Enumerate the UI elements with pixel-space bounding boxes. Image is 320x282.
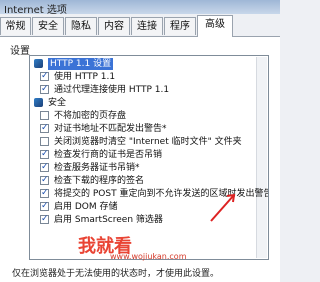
list-item-label: 启用 SmartScreen 筛选器 bbox=[54, 215, 163, 225]
list-item-label: HTTP 1.1 设置 bbox=[48, 58, 114, 70]
list-item-label: 检查下载的程序的签名 bbox=[54, 176, 145, 186]
tab-strip: 常规 安全 隐私 内容 连接 程序 高级 bbox=[0, 15, 280, 37]
tab-general[interactable]: 常规 bbox=[0, 17, 31, 35]
tab-content[interactable]: 内容 bbox=[98, 17, 130, 35]
checkbox[interactable] bbox=[40, 83, 49, 95]
list-item-label: 检查服务器证书吊销* bbox=[54, 163, 140, 173]
watermark-logo: 我就看 bbox=[78, 236, 132, 257]
list-item-label: 关闭浏览器时清空 "Internet 临时文件" 文件夹 bbox=[54, 137, 242, 147]
checkbox[interactable] bbox=[40, 174, 49, 186]
tab-advanced[interactable]: 高级 bbox=[197, 15, 233, 37]
checkbox[interactable] bbox=[40, 70, 49, 82]
checkbox[interactable] bbox=[40, 161, 49, 173]
window-title: Internet 选项 bbox=[4, 5, 67, 16]
list-item-label: 检查发行商的证书是否吊销 bbox=[54, 150, 163, 160]
watermark-url: www.wojiukan.com bbox=[110, 252, 187, 261]
scrollbar[interactable] bbox=[256, 57, 267, 258]
footer-note: 仅在浏览器处于无法使用的状态时，才使用此设置。 bbox=[12, 269, 220, 279]
settings-list[interactable]: HTTP 1.1 设置 使用 HTTP 1.1 通过代理连接使用 HTTP 1.… bbox=[29, 55, 269, 260]
tab-programs[interactable]: 程序 bbox=[164, 17, 196, 35]
checkbox[interactable] bbox=[40, 137, 49, 146]
checkbox[interactable] bbox=[40, 148, 49, 160]
checkbox[interactable] bbox=[40, 111, 49, 120]
list-item-label: 使用 HTTP 1.1 bbox=[54, 72, 116, 82]
checkbox[interactable] bbox=[40, 213, 49, 225]
tab-privacy[interactable]: 隐私 bbox=[65, 17, 97, 35]
list-item-label: 通过代理连接使用 HTTP 1.1 bbox=[54, 85, 170, 95]
checkbox[interactable] bbox=[40, 122, 49, 134]
list-item-label: 对证书地址不匹配发出警告* bbox=[54, 124, 167, 134]
checkbox[interactable] bbox=[40, 187, 49, 199]
settings-group-icon bbox=[34, 59, 43, 68]
checkbox[interactable] bbox=[40, 200, 49, 212]
list-item-label: 不将加密的页存盘 bbox=[54, 111, 127, 121]
tab-security[interactable]: 安全 bbox=[32, 17, 64, 35]
lock-icon bbox=[34, 98, 43, 107]
settings-label: 设置 bbox=[10, 46, 30, 57]
red-arrow-icon bbox=[210, 193, 236, 222]
list-item-label: 安全 bbox=[48, 98, 67, 108]
tab-connections[interactable]: 连接 bbox=[131, 17, 163, 35]
title-bar: Internet 选项 bbox=[0, 0, 280, 16]
list-item-label: 启用 DOM 存储 bbox=[54, 202, 118, 212]
